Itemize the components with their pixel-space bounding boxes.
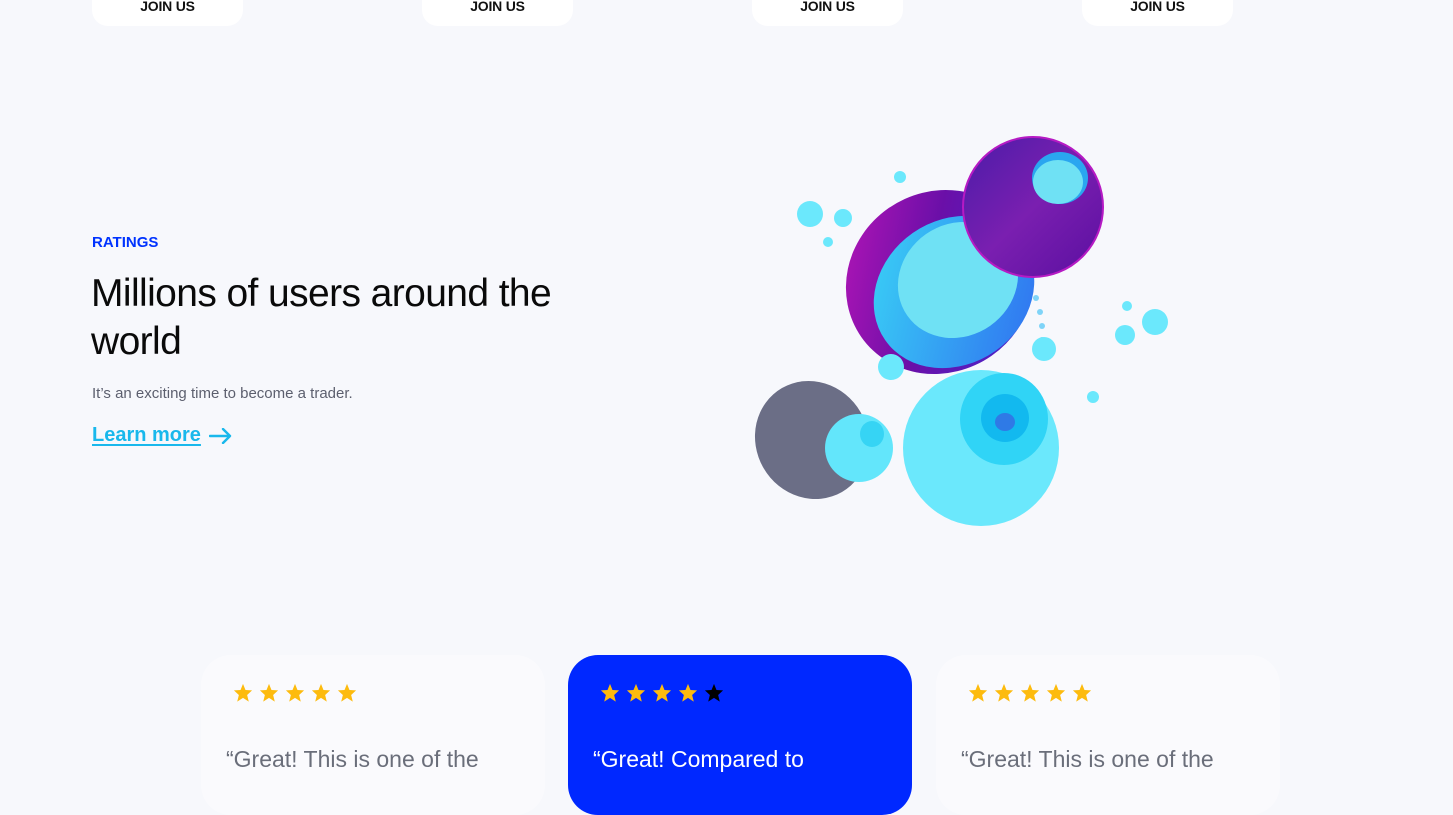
join-us-label: JOIN US (470, 0, 525, 14)
join-us-label: JOIN US (140, 0, 195, 14)
learn-more-label: Learn more (92, 424, 201, 446)
star-filled-icon (1046, 683, 1066, 702)
join-us-button-2[interactable]: JOIN US (422, 0, 573, 26)
review-card-1: “Great! This is one of the (201, 655, 545, 815)
hero-illustration (740, 130, 1180, 540)
star-filled-icon (311, 683, 331, 702)
join-us-button-1[interactable]: JOIN US (92, 0, 243, 26)
star-rating (968, 683, 1255, 702)
section-headline: Millions of users around the world (91, 272, 552, 363)
star-filled-icon (600, 683, 620, 702)
star-filled-icon (233, 683, 253, 702)
star-filled-icon (652, 683, 672, 702)
star-filled-icon (259, 683, 279, 702)
star-filled-icon (678, 683, 698, 702)
review-quote: “Great! This is one of the (226, 746, 479, 772)
star-rating (233, 683, 520, 702)
star-filled-icon (968, 683, 988, 702)
star-filled-icon (1020, 683, 1040, 702)
star-filled-icon (626, 683, 646, 702)
star-filled-icon (1072, 683, 1092, 702)
arrow-right-icon (208, 427, 233, 444)
star-filled-icon (337, 683, 357, 702)
learn-more-link[interactable]: Learn more (92, 424, 233, 447)
section-eyebrow: RATINGS (92, 234, 159, 251)
join-us-button-3[interactable]: JOIN US (752, 0, 903, 26)
star-empty-icon (704, 683, 724, 702)
join-us-button-4[interactable]: JOIN US (1082, 0, 1233, 26)
review-quote: “Great! This is one of the (961, 746, 1214, 772)
star-rating (600, 683, 887, 702)
star-filled-icon (285, 683, 305, 702)
review-card-3: “Great! This is one of the (936, 655, 1280, 815)
review-card-2: “Great! Compared to (568, 655, 912, 815)
star-filled-icon (994, 683, 1014, 702)
join-us-label: JOIN US (800, 0, 855, 14)
join-us-label: JOIN US (1130, 0, 1185, 14)
section-subtext: It’s an exciting time to become a trader… (92, 385, 353, 402)
review-quote: “Great! Compared to (593, 746, 804, 772)
